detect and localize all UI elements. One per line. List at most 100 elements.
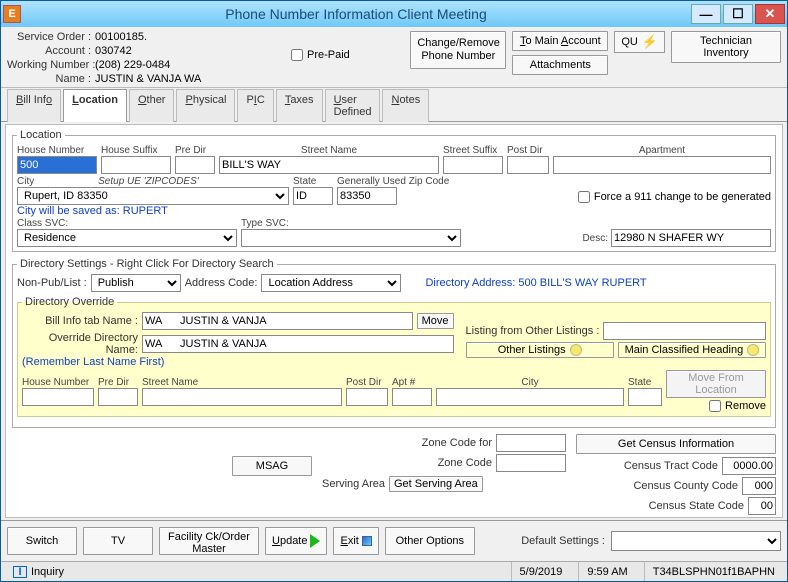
exit-button[interactable]: Exit: [333, 527, 378, 555]
name-label: Name :: [7, 73, 95, 85]
default-settings-label: Default Settings :: [521, 535, 605, 547]
zone-for-label: Zone Code for: [422, 437, 492, 449]
working-number-value: (208) 229-0484: [95, 59, 255, 71]
directory-address-text: Directory Address: 500 BILL'S WAY RUPERT: [425, 277, 646, 289]
minimize-button[interactable]: —: [691, 4, 721, 24]
to-main-account-button[interactable]: To Main Account: [512, 31, 608, 51]
maximize-button[interactable]: ☐: [723, 4, 753, 24]
bolt-icon: ⚡: [642, 34, 658, 50]
apartment-input[interactable]: [553, 156, 771, 174]
house-suffix-input[interactable]: [101, 156, 171, 174]
name-value: JUSTIN & VANJA WA: [95, 73, 255, 85]
to-main-account-text: o Main Account: [525, 35, 600, 47]
directory-settings-group: Directory Settings - Right Click For Dir…: [12, 258, 776, 428]
street-suffix-label: Street Suffix: [443, 145, 503, 156]
house-suffix-label: House Suffix: [101, 145, 171, 156]
ov-predir-input[interactable]: [98, 388, 138, 406]
ov-postdir-input[interactable]: [346, 388, 388, 406]
address-code-select[interactable]: Location Address: [261, 274, 401, 292]
move-button[interactable]: Move: [417, 313, 454, 329]
status-time: 9:59 AM: [578, 562, 635, 581]
other-listings-button[interactable]: Other Listings: [466, 342, 614, 358]
street-suffix-input[interactable]: [443, 156, 503, 174]
prepaid-label: Pre-Paid: [307, 49, 350, 61]
tab-notes[interactable]: Notes: [382, 89, 429, 122]
close-button[interactable]: ✕: [755, 4, 785, 24]
census-county-input[interactable]: [742, 477, 776, 495]
tab-physical[interactable]: Physical: [176, 89, 235, 122]
desc-label: Desc:: [582, 233, 608, 244]
qu-button[interactable]: QU ⚡: [614, 31, 665, 53]
default-settings-select[interactable]: [611, 531, 781, 551]
qu-label: QU: [621, 36, 638, 48]
house-number-label: House Number: [17, 145, 97, 156]
ov-predir-label: Pre Dir: [98, 377, 138, 388]
technician-inventory-button[interactable]: Technician Inventory: [671, 31, 781, 63]
main-classified-button[interactable]: Main Classified Heading: [618, 342, 766, 358]
census-state-input[interactable]: [748, 497, 776, 515]
census-tract-label: Census Tract Code: [624, 460, 718, 472]
other-options-button[interactable]: Other Options: [385, 527, 475, 555]
directory-override-legend: Directory Override: [22, 296, 117, 308]
ov-state-input[interactable]: [628, 388, 662, 406]
facility-button[interactable]: Facility Ck/Order Master: [159, 527, 259, 555]
desc-input[interactable]: [611, 229, 771, 247]
census-county-label: Census County Code: [633, 480, 738, 492]
zip-label: Generally Used Zip Code: [337, 176, 467, 187]
state-input[interactable]: [293, 187, 333, 205]
attachments-button[interactable]: Attachments: [512, 55, 608, 75]
tab-location[interactable]: Location: [63, 89, 127, 122]
tab-user-defined[interactable]: UserDefined: [325, 89, 381, 122]
override-name-input[interactable]: [142, 335, 454, 353]
census-tract-input[interactable]: [722, 457, 776, 475]
update-button[interactable]: Update: [265, 527, 327, 555]
ov-apt-input[interactable]: [392, 388, 432, 406]
service-order-label: Service Order :: [7, 31, 95, 43]
get-census-button[interactable]: Get Census Information: [576, 434, 776, 454]
nonpub-label: Non-Pub/List :: [17, 277, 87, 289]
tab-pic[interactable]: PIC: [237, 89, 273, 122]
switch-button[interactable]: Switch: [7, 527, 77, 555]
pre-dir-label: Pre Dir: [175, 145, 215, 156]
tab-taxes[interactable]: Taxes: [276, 89, 323, 122]
msag-button[interactable]: MSAG: [232, 456, 312, 476]
get-serving-area-button[interactable]: Get Serving Area: [389, 476, 483, 492]
class-svc-select[interactable]: Residence: [17, 229, 237, 247]
listing-from-label: Listing from Other Listings :: [466, 325, 600, 337]
directory-settings-legend: Directory Settings - Right Click For Dir…: [17, 258, 277, 270]
street-name-input[interactable]: [219, 156, 439, 174]
billinfo-name-label: Bill Info tab Name :: [22, 315, 138, 327]
move-from-location-button[interactable]: Move From Location: [666, 370, 766, 398]
state-label: State: [293, 176, 333, 187]
ov-house-input[interactable]: [22, 388, 94, 406]
status-date: 5/9/2019: [511, 562, 571, 581]
change-remove-phone-button[interactable]: Change/Remove Phone Number: [410, 31, 506, 69]
force-911-checkbox[interactable]: Force a 911 change to be generated: [578, 191, 771, 203]
working-number-label: Working Number :: [7, 59, 95, 71]
prepaid-checkbox[interactable]: Pre-Paid: [291, 49, 350, 61]
remove-checkbox[interactable]: Remove: [666, 400, 766, 412]
ov-city-label: City: [436, 377, 624, 388]
post-dir-input[interactable]: [507, 156, 549, 174]
house-number-input[interactable]: [17, 156, 97, 174]
zone-code-input[interactable]: [496, 454, 566, 472]
nonpub-select[interactable]: Publish: [91, 274, 181, 292]
zone-for-input[interactable]: [496, 434, 566, 452]
city-select[interactable]: Rupert, ID 83350: [17, 187, 289, 205]
ov-city-input[interactable]: [436, 388, 624, 406]
type-svc-select[interactable]: [241, 229, 461, 247]
serving-area-label: Serving Area: [322, 478, 385, 490]
remove-label: Remove: [725, 400, 766, 412]
ov-street-input[interactable]: [142, 388, 342, 406]
window-title: Phone Number Information Client Meeting: [21, 6, 691, 22]
ov-apt-label: Apt #: [392, 377, 432, 388]
zip-input[interactable]: [337, 187, 397, 205]
listing-from-input[interactable]: [603, 322, 766, 340]
city-saved-as: City will be saved as: RUPERT: [17, 205, 771, 217]
city-label: City: [17, 176, 34, 187]
billinfo-name-input[interactable]: [142, 312, 413, 330]
tv-button[interactable]: TV: [83, 527, 153, 555]
tab-bill-info[interactable]: Bill Info: [7, 89, 61, 122]
tab-other[interactable]: Other: [129, 89, 175, 122]
pre-dir-input[interactable]: [175, 156, 215, 174]
